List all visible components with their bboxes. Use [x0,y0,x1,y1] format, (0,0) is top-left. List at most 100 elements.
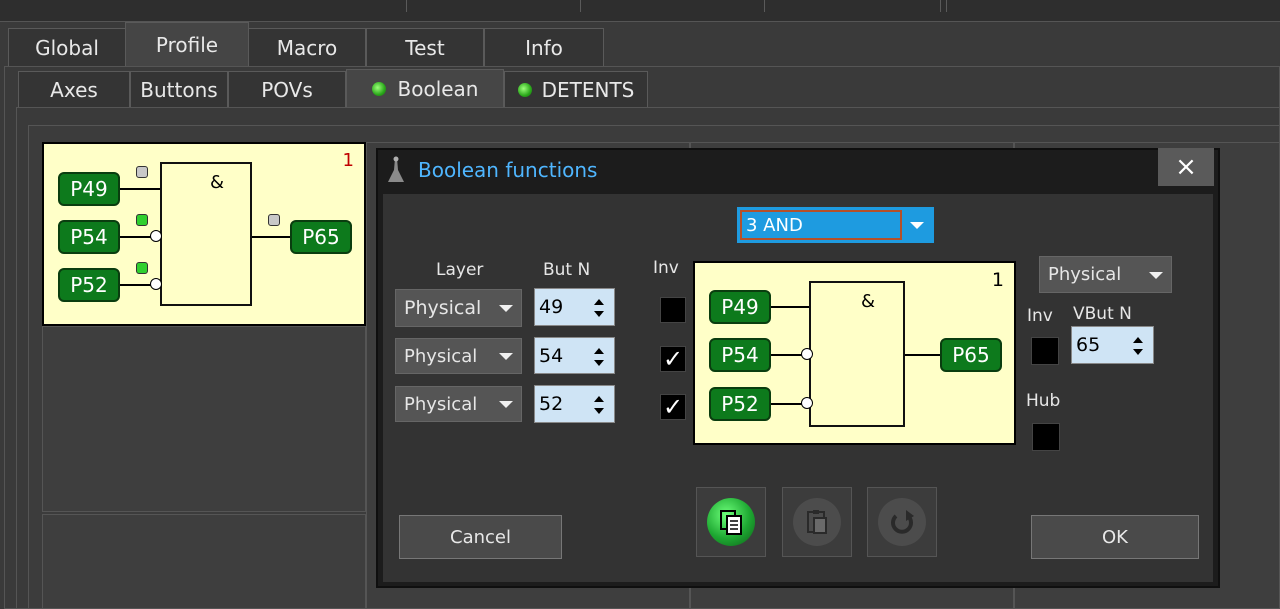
button-number-value: 49 [539,296,564,318]
input-box: P49 [58,172,120,206]
button-number-stepper[interactable]: 54 [534,337,615,374]
spin-up-icon[interactable] [1133,337,1143,343]
wire [120,188,160,190]
tab-test[interactable]: Test [366,28,484,66]
state-led-icon [136,262,148,274]
input-box: P52 [709,387,771,421]
top-divider [764,0,765,12]
dialog-title: Boolean functions [418,158,598,182]
wire [771,354,803,356]
state-led-icon [136,166,148,178]
ok-button[interactable]: OK [1031,515,1199,559]
output-box: P65 [940,338,1002,372]
paste-icon [793,498,841,546]
tab-povs[interactable]: POVs [228,71,346,107]
undo-icon [878,498,926,546]
chevron-down-icon [499,401,513,408]
hub-label: Hub [1026,391,1061,411]
spin-up-icon[interactable] [594,299,604,305]
copy-button[interactable] [696,487,766,557]
tab-detents-label: DETENTS [541,77,635,102]
wire [771,306,809,308]
layer-select-value: Physical [404,393,478,415]
function-number: 1 [991,269,1004,291]
butn-header: But N [543,260,591,280]
vbutn-value: 65 [1076,334,1101,356]
spin-up-icon[interactable] [594,348,604,354]
tab-buttons[interactable]: Buttons [130,71,228,107]
tab-detents[interactable]: DETENTS [504,71,648,107]
gate-symbol: & [861,291,876,312]
spin-down-icon[interactable] [594,311,604,317]
inv-header: Inv [653,258,679,278]
output-box: P65 [290,220,352,254]
hub-checkbox[interactable] [1032,423,1060,451]
spin-up-icon[interactable] [594,396,604,402]
top-divider [406,0,407,12]
and-gate [160,162,252,306]
top-divider [940,0,941,12]
function-slot[interactable] [42,514,366,609]
chevron-down-icon [499,305,513,312]
input-box: P49 [709,290,771,324]
layer-header: Layer [436,260,484,280]
function-slot[interactable] [42,326,366,512]
wire [252,236,290,238]
function-slot-1[interactable]: 1 & P49 P54 P52 P65 [42,142,366,326]
wire [771,403,803,405]
spin-down-icon[interactable] [1133,349,1143,355]
top-strip [0,0,1280,22]
close-button[interactable]: × [1158,148,1214,186]
tab-macro[interactable]: Macro [248,28,366,66]
layer-select-value: Physical [404,297,482,319]
tab-profile[interactable]: Profile [125,22,249,66]
layer-select[interactable]: Physical [395,386,522,422]
button-number-stepper[interactable]: 52 [534,385,615,423]
layer-select-value: Physical [404,345,478,367]
undo-button[interactable] [867,487,937,557]
status-led-icon [517,82,532,97]
spin-down-icon[interactable] [594,360,604,366]
output-layer-select[interactable]: Physical [1039,256,1172,293]
layer-select[interactable]: Physical [395,289,522,327]
chevron-down-icon [910,222,924,229]
top-divider [946,0,947,12]
tab-boolean[interactable]: Boolean [346,69,504,107]
chevron-down-icon [1149,271,1163,279]
button-number-stepper[interactable]: 49 [534,288,615,326]
status-led-icon [371,81,386,96]
wire [905,354,941,356]
layer-select[interactable]: Physical [395,338,522,374]
function-select[interactable]: 3 AND [737,207,934,243]
tab-boolean-label: Boolean [397,76,479,101]
close-icon: × [1175,152,1197,182]
vbutn-stepper[interactable]: 65 [1071,326,1154,364]
paste-button[interactable] [782,487,852,557]
app-icon [386,156,406,184]
vbutn-label: VBut N [1073,304,1132,324]
cancel-button[interactable]: Cancel [399,515,562,559]
state-led-icon [136,214,148,226]
invert-bubble [801,348,813,360]
spin-down-icon[interactable] [594,408,604,414]
output-inv-label: Inv [1027,306,1053,326]
invert-bubble [150,230,162,242]
copy-icon [707,498,755,546]
invert-checkbox[interactable] [660,297,686,323]
state-led-icon [268,214,280,226]
top-divider [580,0,581,12]
tab-axes[interactable]: Axes [18,71,130,107]
input-box: P54 [709,338,771,372]
invert-bubble [150,278,162,290]
gate-preview: 1 & P49 P54 P52 P65 [693,261,1016,445]
invert-checkbox[interactable]: ✓ [660,393,686,421]
invert-checkbox[interactable]: ✓ [660,345,686,373]
and-gate [809,281,905,427]
button-number-value: 54 [539,344,564,367]
wire [120,236,152,238]
wire [120,284,152,286]
output-invert-checkbox[interactable] [1031,337,1059,365]
tab-global[interactable]: Global [8,28,126,66]
input-box: P54 [58,220,120,254]
tab-info[interactable]: Info [484,28,604,66]
